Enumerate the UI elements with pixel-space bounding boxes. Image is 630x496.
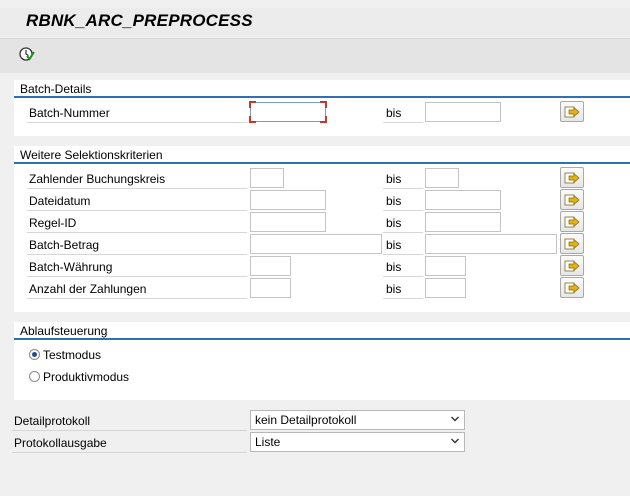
label-underline bbox=[383, 210, 423, 211]
dateidatum-from-input[interactable] bbox=[250, 190, 326, 210]
label-underline bbox=[27, 188, 247, 189]
label-underline bbox=[27, 232, 247, 233]
protokollausgabe-value: Liste bbox=[255, 435, 281, 449]
multiple-selection-button[interactable] bbox=[560, 277, 584, 298]
label-bis: bis bbox=[386, 172, 402, 186]
group-title-batch-details: Batch-Details bbox=[20, 82, 92, 96]
label-produktivmodus[interactable]: Produktivmodus bbox=[43, 370, 129, 384]
label-bis: bis bbox=[386, 194, 402, 208]
detailprotokoll-value: kein Detailprotokoll bbox=[255, 413, 357, 427]
radio-testmodus[interactable] bbox=[29, 349, 40, 360]
regel-id-from-input[interactable] bbox=[250, 212, 326, 232]
label-underline bbox=[383, 254, 423, 255]
multiple-selection-button[interactable] bbox=[560, 211, 584, 232]
execute-clock-check-icon[interactable] bbox=[18, 45, 36, 63]
label-underline bbox=[383, 188, 423, 189]
label-bis: bis bbox=[386, 238, 402, 252]
batch-nummer-to-input[interactable] bbox=[425, 102, 501, 122]
group-divider bbox=[14, 162, 630, 164]
regel-id-to-input[interactable] bbox=[425, 212, 501, 232]
multiple-selection-button[interactable] bbox=[560, 167, 584, 188]
label-testmodus[interactable]: Testmodus bbox=[43, 348, 101, 362]
label-underline bbox=[383, 232, 423, 233]
label-batch-betrag: Batch-Betrag bbox=[29, 238, 100, 252]
multiple-selection-button[interactable] bbox=[560, 101, 584, 122]
label-bis: bis bbox=[386, 260, 402, 274]
multiple-selection-arrow-icon bbox=[564, 194, 580, 206]
batch-waehrung-from-input[interactable] bbox=[250, 256, 291, 276]
anzahl-der-zahlungen-from-input[interactable] bbox=[250, 278, 291, 298]
batch-nummer-from-input[interactable] bbox=[249, 101, 327, 123]
label-detailprotokoll: Detailprotokoll bbox=[14, 414, 91, 428]
multiple-selection-button[interactable] bbox=[560, 189, 584, 210]
label-bis: bis bbox=[386, 106, 402, 120]
label-underline bbox=[383, 276, 423, 277]
label-batch-nummer: Batch-Nummer bbox=[29, 106, 110, 120]
multiple-selection-arrow-icon bbox=[564, 260, 580, 272]
batch-waehrung-to-input[interactable] bbox=[425, 256, 466, 276]
label-underline bbox=[27, 122, 247, 123]
label-anzahl-der-zahlungen: Anzahl der Zahlungen bbox=[29, 282, 147, 296]
group-divider bbox=[14, 338, 630, 340]
multiple-selection-button[interactable] bbox=[560, 233, 584, 254]
page-title: RBNK_ARC_PREPROCESS bbox=[26, 11, 253, 30]
detailprotokoll-select[interactable]: kein Detailprotokoll bbox=[250, 410, 465, 430]
multiple-selection-arrow-icon bbox=[564, 216, 580, 228]
zahlender-buchungskreis-to-input[interactable] bbox=[425, 168, 459, 188]
anzahl-der-zahlungen-to-input[interactable] bbox=[425, 278, 466, 298]
group-divider bbox=[14, 96, 630, 98]
label-underline bbox=[27, 254, 247, 255]
label-underline bbox=[27, 298, 247, 299]
label-protokollausgabe: Protokollausgabe bbox=[14, 436, 107, 450]
label-bis: bis bbox=[386, 282, 402, 296]
protokollausgabe-select[interactable]: Liste bbox=[250, 432, 465, 452]
batch-betrag-from-input[interactable] bbox=[250, 234, 382, 254]
label-regel-id: Regel-ID bbox=[29, 216, 77, 230]
label-batch-waehrung: Batch-Währung bbox=[29, 260, 113, 274]
label-underline bbox=[12, 430, 247, 431]
group-title-weitere-selektionskriterien: Weitere Selektionskriterien bbox=[20, 148, 163, 162]
multiple-selection-arrow-icon bbox=[564, 282, 580, 294]
zahlender-buchungskreis-from-input[interactable] bbox=[250, 168, 284, 188]
dateidatum-to-input[interactable] bbox=[425, 190, 501, 210]
label-underline bbox=[383, 122, 423, 123]
multiple-selection-arrow-icon bbox=[564, 238, 580, 250]
group-title-ablaufsteuerung: Ablaufsteuerung bbox=[20, 324, 108, 338]
label-zahlender-buchungskreis: Zahlender Buchungskreis bbox=[29, 172, 166, 186]
multiple-selection-arrow-icon bbox=[564, 106, 580, 118]
batch-betrag-to-input[interactable] bbox=[425, 234, 557, 254]
label-underline bbox=[383, 298, 423, 299]
radio-produktivmodus[interactable] bbox=[29, 371, 40, 382]
application-toolbar bbox=[0, 38, 630, 73]
chevron-down-icon bbox=[451, 438, 459, 444]
multiple-selection-arrow-icon bbox=[564, 172, 580, 184]
label-bis: bis bbox=[386, 216, 402, 230]
chevron-down-icon bbox=[451, 416, 459, 422]
label-dateidatum: Dateidatum bbox=[29, 194, 91, 208]
label-underline bbox=[27, 210, 247, 211]
multiple-selection-button[interactable] bbox=[560, 255, 584, 276]
label-underline bbox=[27, 276, 247, 277]
label-underline bbox=[12, 452, 247, 453]
